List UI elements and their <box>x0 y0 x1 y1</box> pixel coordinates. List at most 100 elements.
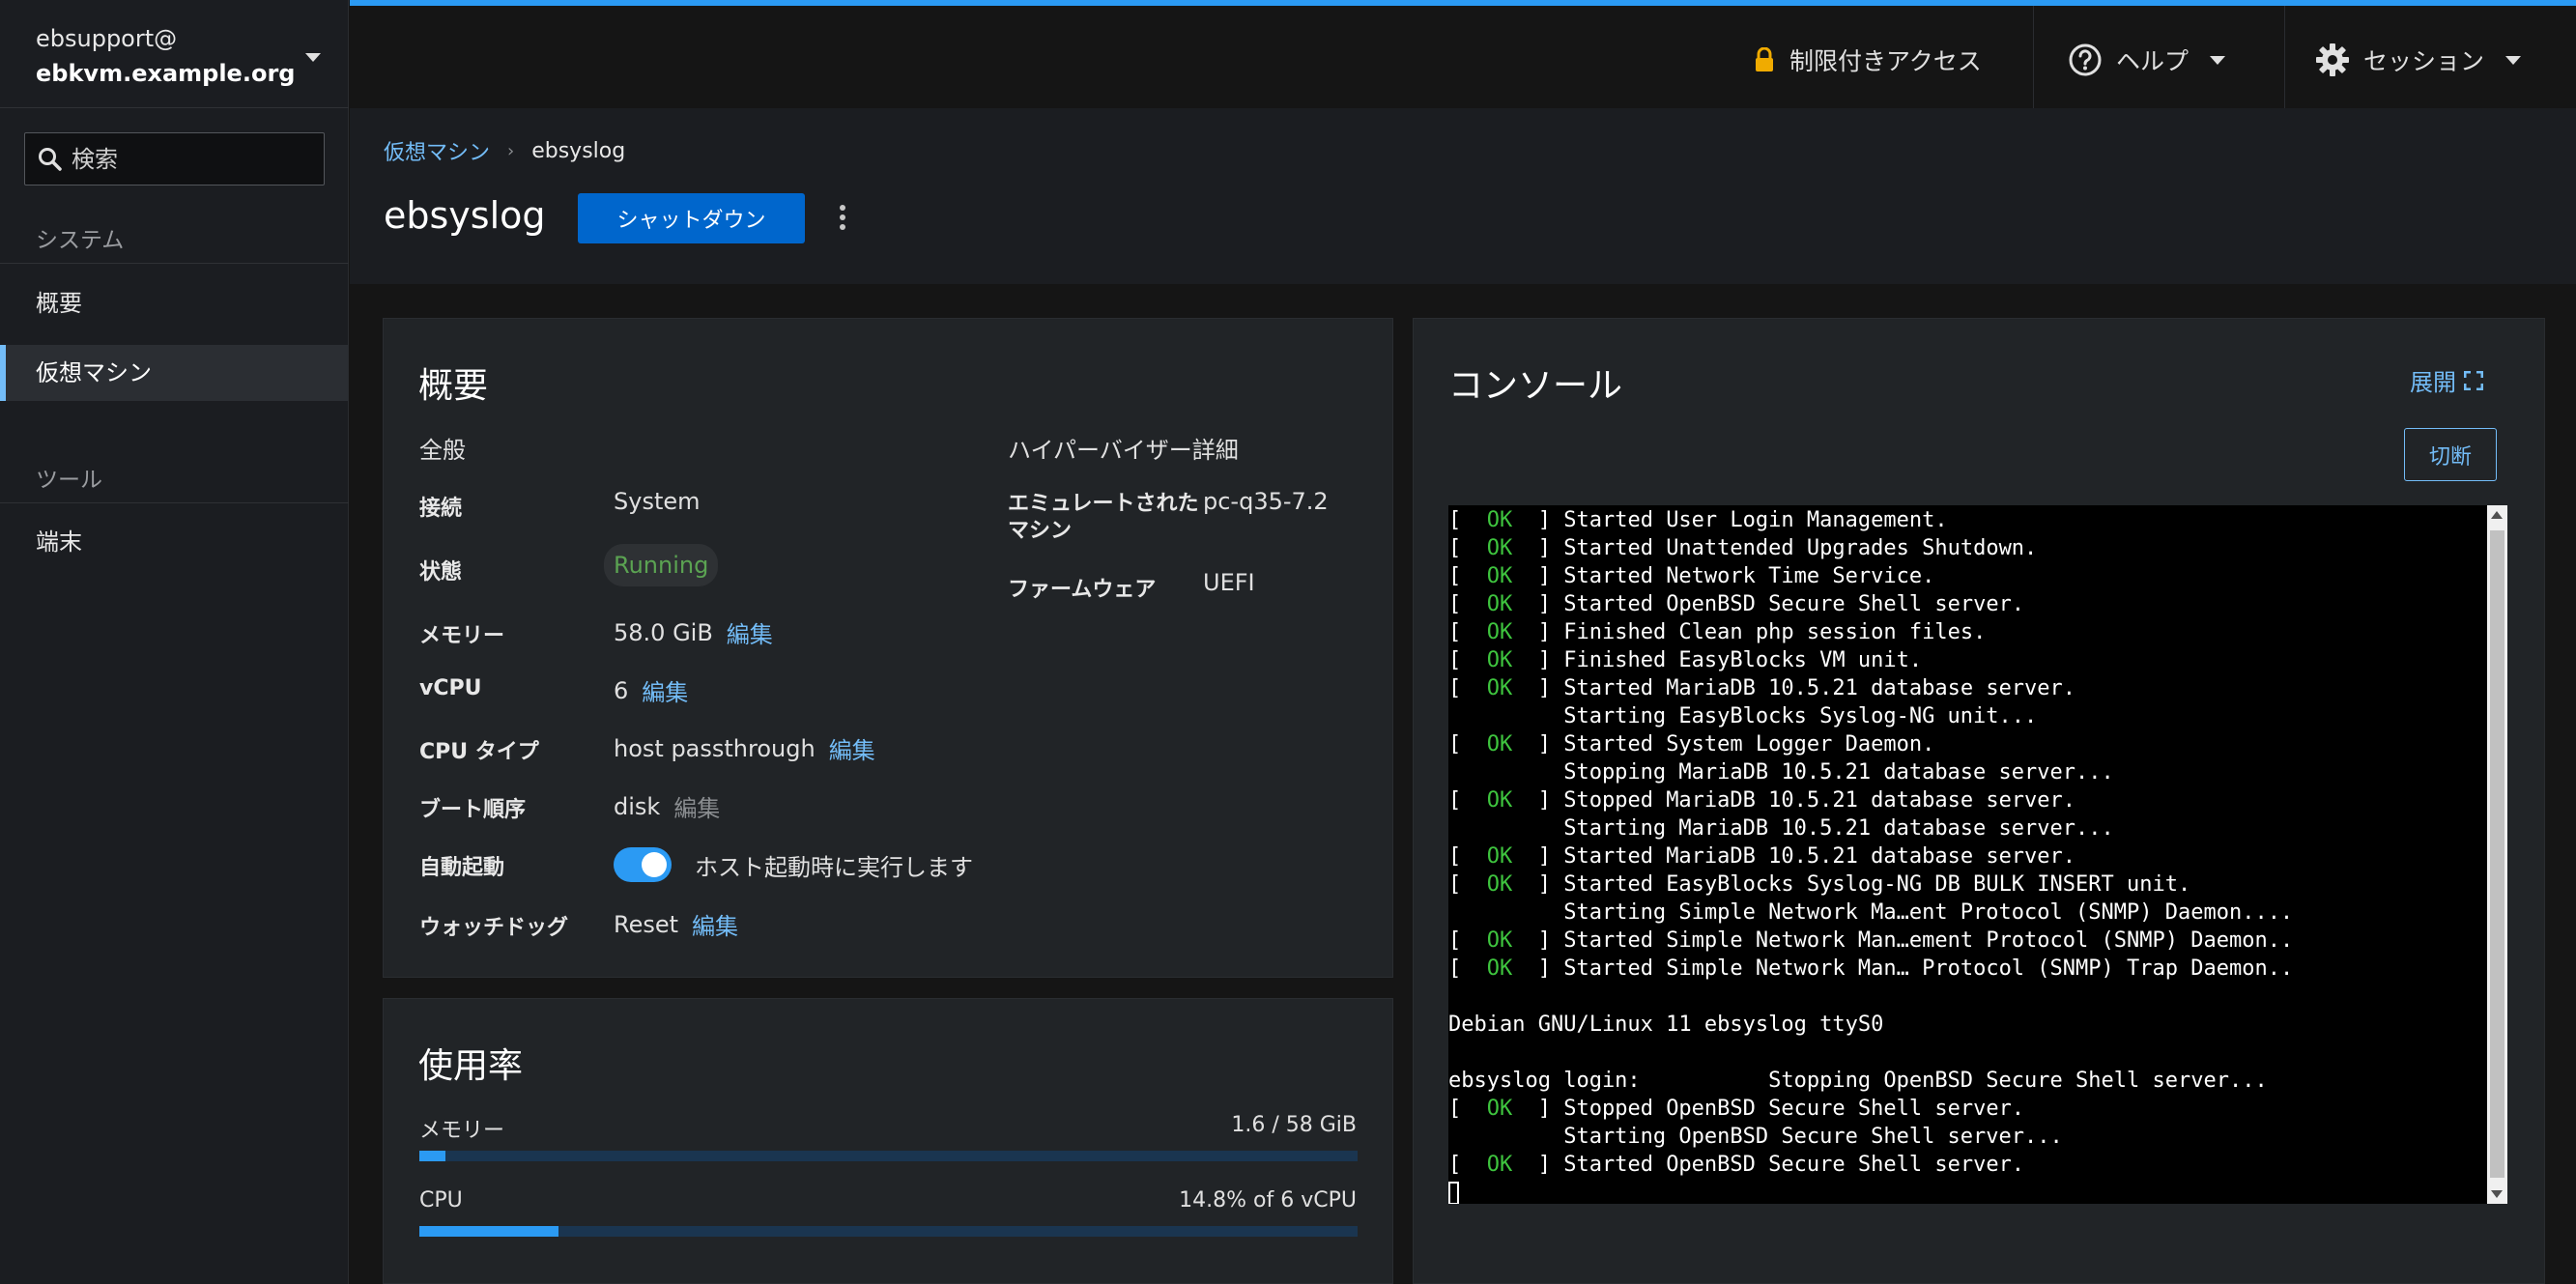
help-label: ヘルプ <box>2116 47 2190 75</box>
firmware-value: UEFI <box>1203 569 1255 596</box>
ok-status: OK <box>1486 564 1513 588</box>
terminal-scrollbar[interactable] <box>2487 505 2507 1204</box>
expand-label: 展開 <box>2410 369 2456 396</box>
chevron-right-icon: › <box>507 140 515 161</box>
usage-card: 使用率 メモリー 1.6 / 58 GiB CPU 14.8% of 6 vCP… <box>383 998 1393 1284</box>
masthead: 制限付きアクセス ヘルプ セッション <box>350 0 2576 108</box>
restricted-access-button[interactable]: 制限付きアクセス <box>1755 12 1982 108</box>
usage-cpu-label: CPU <box>419 1188 463 1213</box>
autostart-value-text: ホスト起動時に実行します <box>695 853 973 881</box>
watchdog-value-text: Reset <box>614 910 679 938</box>
usage-memory-value: 1.6 / 58 GiB <box>1231 1113 1357 1137</box>
terminal-line: ebsyslog login: Stopping OpenBSD Secure … <box>1448 1069 2268 1093</box>
scroll-up-icon[interactable] <box>2491 511 2503 519</box>
emulated-machine-label: エミュレートされた マシン <box>1008 491 1199 545</box>
scrollbar-thumb[interactable] <box>2490 530 2504 1178</box>
expand-console-link[interactable]: 展開 <box>2410 363 2483 397</box>
ok-status: OK <box>1486 788 1513 813</box>
disconnect-button[interactable]: 切断 <box>2404 428 2497 481</box>
console-title: コンソール <box>1448 366 1623 406</box>
vcpu-label: vCPU <box>419 676 482 700</box>
serial-console-terminal[interactable]: [ OK ] Started User Login Management. [ O… <box>1448 505 2487 1204</box>
kebab-menu-icon[interactable] <box>833 202 852 235</box>
boot-order-value-text: disk <box>614 792 661 820</box>
overview-title: 概要 <box>418 366 489 406</box>
page-header: 仮想マシン › ebsyslog ebsyslog シャットダウン <box>350 108 2576 284</box>
emulated-machine-label-line2: マシン <box>1008 519 1073 543</box>
autostart-toggle[interactable] <box>614 847 672 882</box>
session-menu-button[interactable]: セッション <box>2315 12 2522 108</box>
cpu-usage-bar <box>419 1226 1358 1237</box>
terminal-cursor-line <box>1448 1179 2486 1204</box>
ok-status: OK <box>1486 872 1513 897</box>
terminal-cursor <box>1448 1182 1459 1204</box>
vcpu-value: 6 編集 <box>614 673 688 707</box>
terminal-line: [ OK ] Started Simple Network Man…ement … <box>1448 928 2294 953</box>
breadcrumb-link-virtual-machines[interactable]: 仮想マシン <box>384 135 490 166</box>
ok-status: OK <box>1486 928 1513 953</box>
lock-icon <box>1756 47 1773 71</box>
terminal-output: [ OK ] Started User Login Management. [ O… <box>1448 505 2486 1204</box>
sidebar: ebsupport@ ebkvm.example.org システム 概要 仮想マ… <box>0 0 349 1284</box>
memory-label: メモリー <box>419 624 505 648</box>
terminal-line: [ OK ] Started Network Time Service. <box>1448 564 1935 588</box>
ok-status: OK <box>1486 732 1513 756</box>
memory-usage-fill <box>419 1151 445 1161</box>
ok-status: OK <box>1486 844 1513 869</box>
host-switcher[interactable]: ebsupport@ ebkvm.example.org <box>0 0 349 108</box>
ok-status: OK <box>1486 956 1513 981</box>
terminal-line: Starting EasyBlocks Syslog-NG unit... <box>1448 704 2038 728</box>
cpu-type-label: CPU タイプ <box>419 740 539 764</box>
memory-usage-bar <box>419 1151 1358 1161</box>
help-menu-button[interactable]: ヘルプ <box>2068 12 2226 108</box>
terminal-line: [ OK ] Stopped OpenBSD Secure Shell serv… <box>1448 1097 2025 1121</box>
edit-boot-order-link: 編集 <box>673 795 721 822</box>
autostart-value: ホスト起動時に実行します <box>614 847 973 882</box>
edit-cpu-type-link[interactable]: 編集 <box>829 731 875 765</box>
gear-icon <box>2316 43 2349 76</box>
watchdog-label: ウォッチドッグ <box>419 916 569 940</box>
connection-label: 接続 <box>419 497 463 521</box>
nav-section-tools: ツール <box>36 468 102 493</box>
sidebar-item-overview[interactable]: 概要 <box>0 275 348 331</box>
general-heading: 全般 <box>419 437 466 464</box>
terminal-line: [ OK ] Started MariaDB 10.5.21 database … <box>1448 844 2076 869</box>
edit-vcpu-link[interactable]: 編集 <box>642 673 688 707</box>
search-input[interactable] <box>72 133 318 185</box>
firmware-value-text: UEFI <box>1203 569 1255 596</box>
terminal-line: [ OK ] Started Unattended Upgrades Shutd… <box>1448 536 2038 560</box>
terminal-line: [ OK ] Started Simple Network Man… Proto… <box>1448 956 2294 981</box>
chevron-down-icon <box>2505 55 2522 65</box>
sidebar-item-virtual-machines[interactable]: 仮想マシン <box>0 345 348 401</box>
sidebar-item-terminal[interactable]: 端末 <box>0 514 348 570</box>
memory-value: 58.0 GiB 編集 <box>614 615 773 649</box>
chevron-down-icon[interactable] <box>305 53 321 62</box>
shutdown-button[interactable]: シャットダウン <box>578 193 805 243</box>
state-value: Running <box>604 544 719 586</box>
terminal-line: Starting Simple Network Ma…ent Protocol … <box>1448 900 2294 925</box>
ok-status: OK <box>1486 648 1513 672</box>
scroll-down-icon[interactable] <box>2491 1190 2503 1198</box>
firmware-label: ファームウェア <box>1008 578 1157 602</box>
terminal-line: [ OK ] Started MariaDB 10.5.21 database … <box>1448 676 2076 700</box>
ok-status: OK <box>1486 676 1513 700</box>
edit-watchdog-link[interactable]: 編集 <box>692 907 738 941</box>
emulated-machine-label-line1: エミュレートされた <box>1008 492 1199 516</box>
ok-status: OK <box>1486 620 1513 644</box>
ok-status: OK <box>1486 592 1513 616</box>
edit-memory-link[interactable]: 編集 <box>727 615 773 649</box>
ok-status: OK <box>1486 1097 1513 1121</box>
terminal-line: [ OK ] Stopped MariaDB 10.5.21 database … <box>1448 788 2076 813</box>
boot-order-label: ブート順序 <box>419 798 527 822</box>
vcpu-value-text: 6 <box>614 676 629 704</box>
hypervisor-heading: ハイパーバイザー詳細 <box>1008 437 1239 464</box>
connection-value: System <box>614 488 701 515</box>
nav-divider <box>0 502 349 503</box>
masthead-separator <box>2033 6 2034 108</box>
terminal-line: Starting OpenBSD Secure Shell server... <box>1448 1125 2063 1149</box>
connection-value-text: System <box>614 488 701 515</box>
breadcrumb-current: ebsyslog <box>531 138 626 163</box>
terminal-line: [ OK ] Started OpenBSD Secure Shell serv… <box>1448 592 2025 616</box>
usage-cpu-value: 14.8% of 6 vCPU <box>1179 1188 1357 1213</box>
page-title: ebsyslog <box>384 194 546 237</box>
